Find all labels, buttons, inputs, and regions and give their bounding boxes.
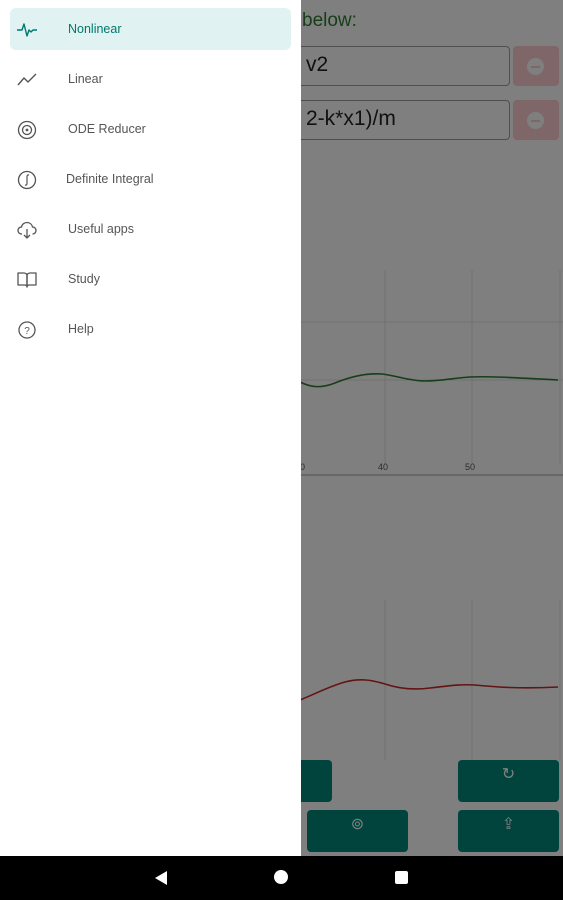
drawer-item-useful-apps[interactable]: Useful apps xyxy=(10,208,291,250)
home-icon[interactable] xyxy=(274,870,288,884)
help-icon: ? xyxy=(18,321,36,339)
back-icon[interactable] xyxy=(154,870,168,886)
navigation-drawer: Nonlinear Linear ODE Reducer Definite In… xyxy=(0,0,301,856)
drawer-item-study[interactable]: Study xyxy=(10,258,291,300)
drawer-item-label: Help xyxy=(68,322,94,336)
integral-icon xyxy=(17,170,37,190)
drawer-item-linear[interactable]: Linear xyxy=(10,58,291,100)
drawer-item-label: Study xyxy=(68,272,100,286)
cloud-download-icon xyxy=(17,221,37,239)
drawer-item-label: Nonlinear xyxy=(68,22,122,36)
target-icon xyxy=(17,120,37,140)
drawer-item-ode-reducer[interactable]: ODE Reducer xyxy=(10,108,291,150)
svg-text:?: ? xyxy=(24,326,30,337)
trend-icon xyxy=(17,73,37,86)
drawer-item-help[interactable]: ? Help xyxy=(10,308,291,350)
drawer-item-label: Definite Integral xyxy=(66,172,154,186)
system-navigation-bar xyxy=(0,856,563,900)
drawer-item-label: Linear xyxy=(68,72,103,86)
drawer-item-definite-integral[interactable]: Definite Integral xyxy=(10,158,291,200)
drawer-item-label: ODE Reducer xyxy=(68,122,146,136)
screen: below: v2 2-k*x1)/m 0 40 xyxy=(0,0,563,900)
pulse-icon xyxy=(17,23,37,37)
book-icon xyxy=(17,272,37,288)
drawer-item-nonlinear[interactable]: Nonlinear xyxy=(10,8,291,50)
recent-apps-icon[interactable] xyxy=(395,871,408,884)
drawer-item-label: Useful apps xyxy=(68,222,135,236)
